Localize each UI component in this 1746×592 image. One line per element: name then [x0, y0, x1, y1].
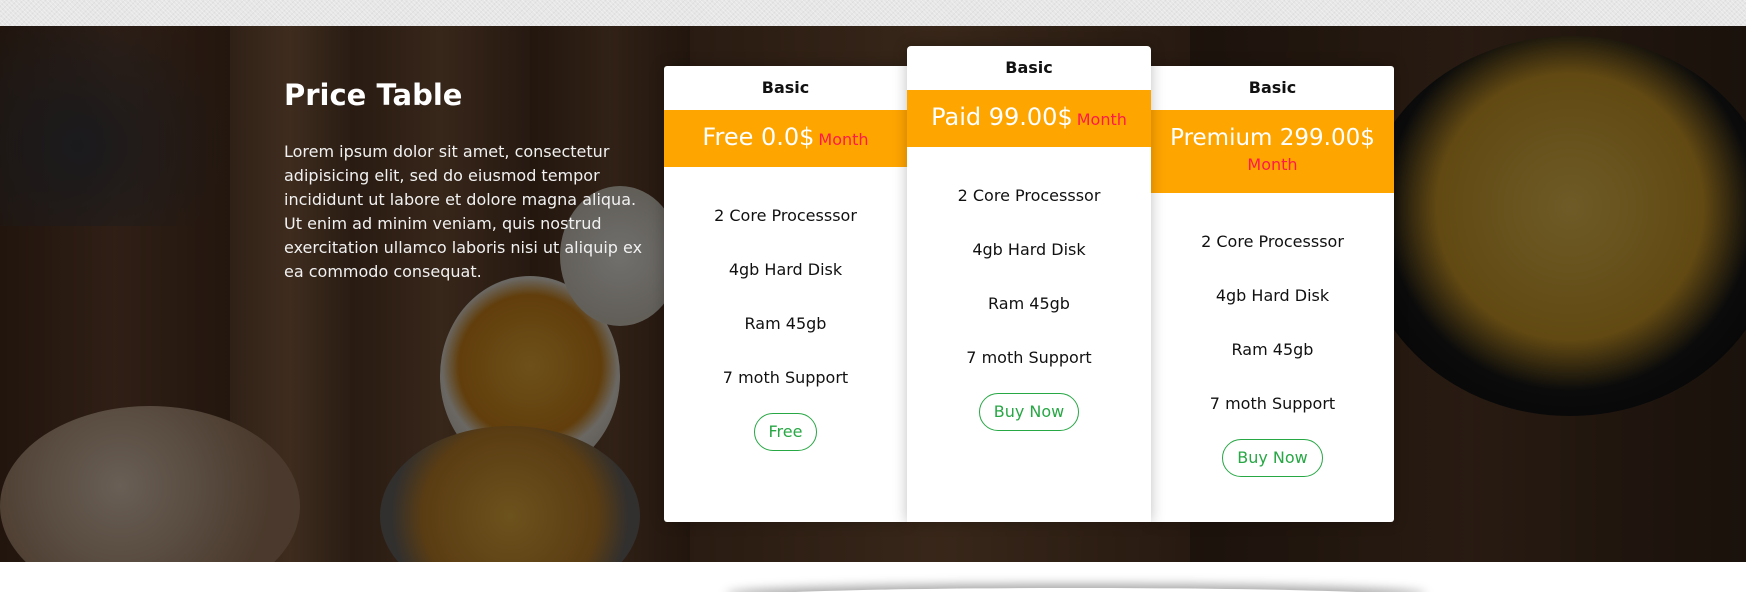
feature-item: 4gb Hard Disk [728, 260, 843, 279]
top-texture-strip [0, 0, 1746, 26]
next-section-shadow [726, 588, 1426, 592]
feature-list: 2 Core Processsor 4gb Hard Disk Ram 45gb… [907, 147, 1151, 385]
feature-item: 2 Core Processsor [1201, 232, 1344, 251]
section-description: Lorem ipsum dolor sit amet, consectetur … [284, 142, 643, 281]
plan-price-band: Free 0.0$ Month [664, 110, 907, 167]
plan-price: Free 0.0$ [702, 123, 815, 151]
feature-item: Ram 45gb [1231, 340, 1314, 359]
plan-price-band: Premium 299.00$ Month [1151, 110, 1394, 193]
pricing-card-premium: Basic Premium 299.00$ Month 2 Core Proces… [1151, 66, 1394, 522]
plan-name: Basic [761, 78, 810, 97]
intro-block: Price Table Lorem ipsum dolor sit amet, … [284, 78, 644, 284]
plan-name: Basic [1248, 78, 1297, 97]
pricing-card-free: Basic Free 0.0$ Month 2 Core Processsor 4… [664, 66, 907, 522]
price-table-section: Price Table Lorem ipsum dolor sit amet, … [0, 26, 1746, 562]
plan-name: Basic [1005, 58, 1053, 77]
feature-item: 2 Core Processsor [957, 186, 1101, 205]
feature-item: 4gb Hard Disk [972, 240, 1086, 259]
feature-list: 2 Core Processsor 4gb Hard Disk Ram 45gb… [1151, 193, 1394, 431]
feature-list: 2 Core Processsor 4gb Hard Disk Ram 45gb… [664, 167, 907, 405]
feature-item: Ram 45gb [988, 294, 1070, 313]
price-unit: Month [818, 130, 869, 149]
buy-now-button[interactable]: Buy Now [978, 393, 1080, 431]
feature-item: 7 moth Support [722, 368, 849, 387]
section-title: Price Table [284, 78, 463, 112]
free-button[interactable]: Free [753, 413, 818, 451]
plan-price-band: Paid 99.00$ Month [907, 90, 1151, 147]
feature-item: Ram 45gb [744, 314, 827, 333]
feature-item: 2 Core Processsor [714, 206, 857, 225]
feature-item: 4gb Hard Disk [1215, 286, 1330, 305]
price-unit: Month [1076, 110, 1127, 129]
pricing-card-paid: Basic Paid 99.00$ Month 2 Core Processsor… [907, 46, 1151, 522]
plan-price: Paid 99.00$ [931, 103, 1073, 131]
feature-item: 7 moth Support [1209, 394, 1336, 413]
plan-price: Premium 299.00$ [1170, 125, 1375, 151]
buy-now-button[interactable]: Buy Now [1222, 439, 1323, 477]
price-unit: Month [1247, 155, 1298, 174]
feature-item: 7 moth Support [966, 348, 1092, 367]
